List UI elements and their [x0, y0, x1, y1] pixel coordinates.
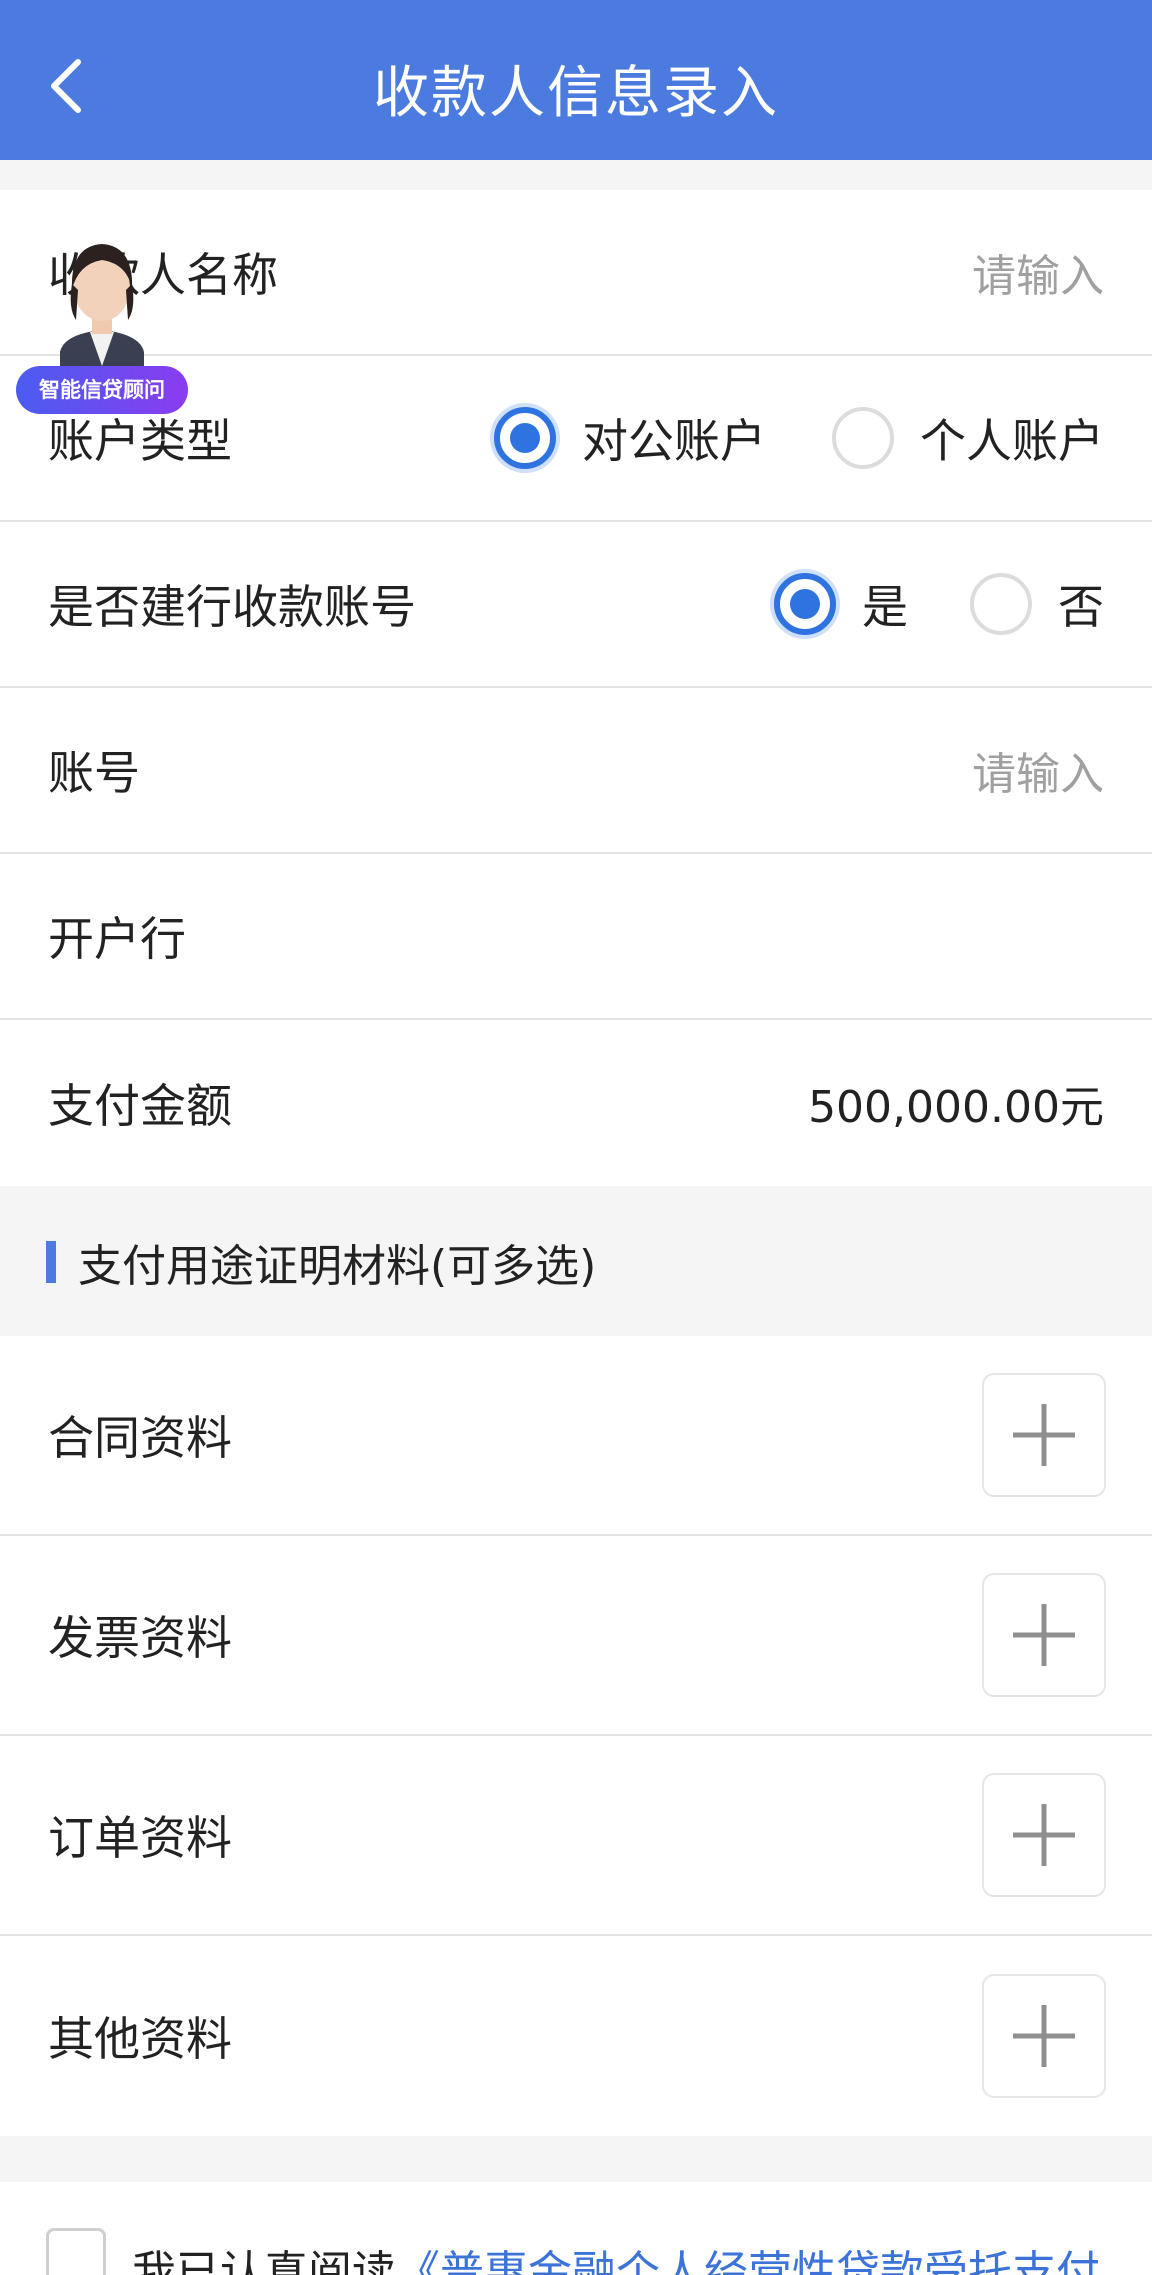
materials-list: 合同资料 发票资料 订单资料 其他资料 — [0, 1336, 1152, 2136]
agreement-checkbox[interactable] — [46, 2228, 106, 2275]
account-type-option-label: 对公账户 — [582, 414, 766, 468]
is-ccb-option-no[interactable]: 否 — [970, 571, 1104, 637]
account-type-option-corporate[interactable]: 对公账户 — [494, 405, 766, 471]
payee-name-input[interactable]: 请输入 — [972, 240, 1104, 304]
page-title: 收款人信息录入 — [373, 61, 779, 126]
bank-row[interactable]: 开户行 — [0, 854, 1152, 1020]
add-upload-button[interactable] — [982, 1773, 1106, 1897]
materials-section-header: 支付用途证明材料(可多选) — [0, 1188, 1152, 1336]
bank-label: 开户行 — [48, 912, 186, 966]
is-ccb-option-label: 否 — [1058, 580, 1104, 634]
is-ccb-radio-group: 是 否 — [774, 571, 1104, 637]
material-other-row: 其他资料 — [0, 1936, 1152, 2136]
agreement-prefix: 我已认真阅读 — [132, 2247, 396, 2275]
credit-advisor-float[interactable]: 智能信贷顾问 — [16, 224, 188, 414]
advisor-badge: 智能信贷顾问 — [16, 366, 188, 414]
material-label: 合同资料 — [48, 1411, 232, 1465]
amount-row: 支付金额 500,000.00元 — [0, 1020, 1152, 1186]
is-ccb-row: 是否建行收款账号 是 否 — [0, 522, 1152, 688]
radio-selected-icon[interactable] — [494, 407, 556, 469]
advisor-avatar — [60, 244, 144, 384]
amount-label: 支付金额 — [48, 1079, 232, 1133]
agreement-text: 我已认真阅读《普惠金融个人经营性贷款受托支付 — [132, 2236, 1100, 2275]
account-number-input[interactable]: 请输入 — [972, 738, 1104, 802]
section-accent-bar — [46, 1241, 56, 1283]
material-label: 发票资料 — [48, 1611, 232, 1665]
account-number-row: 账号 请输入 — [0, 688, 1152, 854]
account-type-label: 账户类型 — [48, 414, 232, 468]
add-upload-button[interactable] — [982, 1974, 1106, 2098]
material-contract-row: 合同资料 — [0, 1336, 1152, 1536]
add-upload-button[interactable] — [982, 1373, 1106, 1497]
add-upload-button[interactable] — [982, 1573, 1106, 1697]
material-invoice-row: 发票资料 — [0, 1536, 1152, 1736]
top-bar: 收款人信息录入 — [0, 0, 1152, 160]
account-type-radio-group: 对公账户 个人账户 — [494, 405, 1104, 471]
agreement-link[interactable]: 《普惠金融个人经营性贷款受托支付 — [396, 2247, 1100, 2275]
material-label: 订单资料 — [48, 1811, 232, 1865]
account-type-option-label: 个人账户 — [920, 414, 1104, 468]
radio-unselected-icon[interactable] — [832, 407, 894, 469]
radio-selected-icon[interactable] — [774, 573, 836, 635]
material-label: 其他资料 — [48, 2012, 232, 2066]
radio-unselected-icon[interactable] — [970, 573, 1032, 635]
agreement-row: 我已认真阅读《普惠金融个人经营性贷款受托支付 — [0, 2182, 1152, 2275]
account-number-label: 账号 — [48, 746, 140, 800]
materials-section-title: 支付用途证明材料(可多选) — [78, 1241, 597, 1292]
account-type-option-personal[interactable]: 个人账户 — [832, 405, 1104, 471]
is-ccb-label: 是否建行收款账号 — [48, 580, 416, 634]
is-ccb-option-yes[interactable]: 是 — [774, 571, 908, 637]
amount-value: 500,000.00元 — [808, 1082, 1104, 1133]
is-ccb-option-label: 是 — [862, 580, 908, 634]
material-order-row: 订单资料 — [0, 1736, 1152, 1936]
